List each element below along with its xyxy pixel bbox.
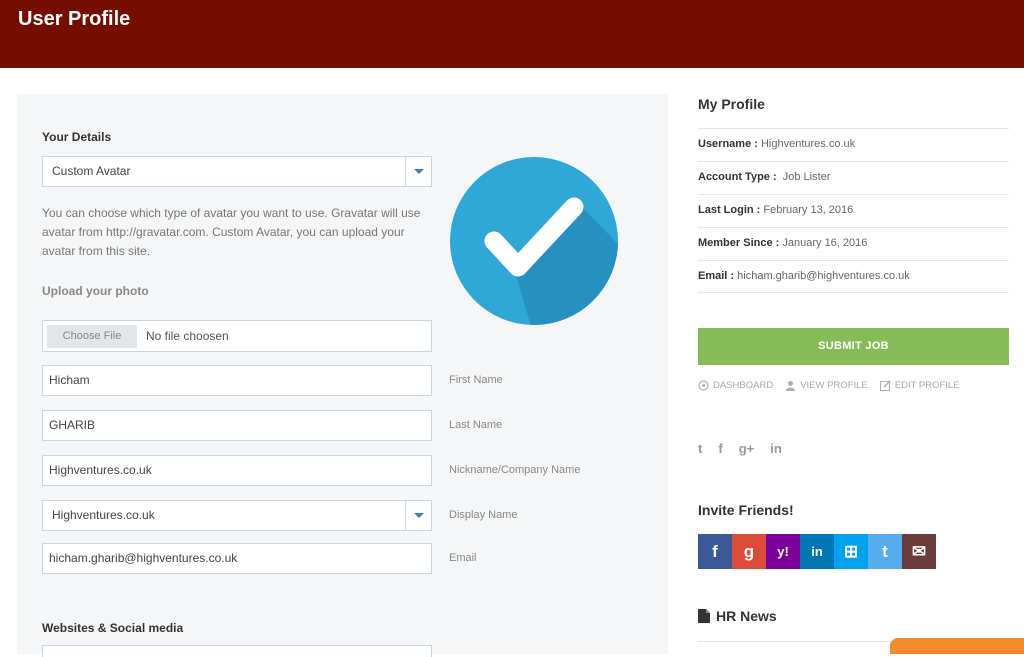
website-field[interactable] [42, 645, 432, 657]
first-name-field[interactable]: Hicham [42, 365, 432, 396]
profile-key: Email : [698, 270, 735, 282]
chevron-down-icon [405, 501, 431, 530]
document-icon [698, 609, 710, 623]
linkedin-icon[interactable]: in [770, 441, 782, 456]
user-icon [786, 381, 796, 391]
invite-google-icon[interactable]: g [732, 534, 766, 569]
profile-value: Job Lister [782, 171, 831, 183]
last-name-label: Last Name [449, 419, 503, 431]
profile-row-username: Username : Highventures.co.uk [698, 128, 1009, 161]
hr-news-heading: HR News [698, 608, 777, 624]
invite-windows-icon[interactable]: ⊞ [834, 534, 868, 569]
email-label: Email [449, 552, 477, 564]
profile-row-account-type: Account Type : Job Lister [698, 161, 1009, 194]
photo-file-input[interactable]: Choose File No file choosen [42, 320, 432, 352]
nickname-field[interactable]: Highventures.co.uk [42, 455, 432, 486]
invite-yahoo-icon[interactable]: y! [766, 534, 800, 569]
hr-news-title: HR News [716, 608, 777, 624]
profile-row-member-since: Member Since : January 16, 2016 [698, 227, 1009, 260]
profile-key: Account Type : [698, 171, 777, 183]
submit-job-button[interactable]: SUBMIT JOB [698, 328, 1009, 365]
google-plus-icon[interactable]: g+ [739, 441, 755, 456]
dashboard-icon [698, 380, 709, 391]
your-details-label: Your Details [42, 130, 112, 144]
avatar-type-value: Custom Avatar [52, 164, 131, 178]
profile-value: January 16, 2016 [782, 237, 868, 249]
view-profile-link-label: VIEW PROFILE [800, 380, 868, 391]
upload-photo-label: Upload your photo [42, 284, 149, 298]
avatar-help-text: You can choose which type of avatar you … [42, 206, 421, 258]
profile-links: DASHBOARD VIEW PROFILE EDIT PROFILE [698, 380, 960, 391]
invite-facebook-icon[interactable]: f [698, 534, 732, 569]
profile-key: Last Login : [698, 204, 761, 216]
invite-email-icon[interactable]: ✉ [902, 534, 936, 569]
avatar-type-select[interactable]: Custom Avatar [42, 156, 432, 187]
display-name-value: Highventures.co.uk [52, 508, 155, 522]
profile-key: Username : [698, 138, 758, 150]
avatar-checkmark-icon [450, 157, 618, 325]
page-title: User Profile [18, 8, 131, 30]
last-name-field[interactable]: GHARIB [42, 410, 432, 441]
display-name-label: Display Name [449, 509, 518, 521]
profile-form-panel: Your Details Custom Avatar You can choos… [17, 94, 668, 657]
dashboard-link-label: DASHBOARD [713, 380, 774, 391]
facebook-icon[interactable]: f [718, 441, 722, 456]
view-profile-link[interactable]: VIEW PROFILE [785, 380, 868, 391]
chevron-down-icon [405, 157, 431, 186]
floating-tab[interactable] [890, 638, 1024, 654]
profile-row-email: Email : hicham.gharib@highventures.co.uk [698, 260, 1009, 293]
choose-file-button[interactable]: Choose File [47, 325, 137, 348]
profile-value: Highventures.co.uk [760, 138, 856, 150]
invite-twitter-icon[interactable]: t [868, 534, 902, 569]
profile-key: Member Since : [698, 237, 780, 249]
dashboard-link[interactable]: DASHBOARD [698, 380, 773, 391]
nickname-label: Nickname/Company Name [449, 464, 581, 476]
first-name-label: First Name [449, 374, 503, 386]
profile-value: hicham.gharib@highventures.co.uk [737, 270, 910, 282]
profile-value: February 13, 2016 [763, 204, 854, 216]
edit-icon [879, 380, 891, 391]
social-links: t f g+ in [698, 441, 782, 456]
invite-buttons: f g y! in ⊞ t ✉ [698, 534, 936, 569]
profile-row-last-login: Last Login : February 13, 2016 [698, 194, 1009, 227]
my-profile-title: My Profile [698, 96, 765, 112]
websites-social-label: Websites & Social media [42, 621, 184, 635]
invite-friends-title: Invite Friends! [698, 502, 794, 518]
edit-profile-link-label: EDIT PROFILE [894, 380, 960, 391]
twitter-icon[interactable]: t [698, 441, 702, 456]
invite-linkedin-icon[interactable]: in [800, 534, 834, 569]
no-file-text: No file choosen [146, 329, 229, 343]
page-header: User Profile [0, 0, 1024, 68]
email-field[interactable]: hicham.gharib@highventures.co.uk [42, 543, 432, 574]
edit-profile-link[interactable]: EDIT PROFILE [879, 380, 960, 391]
display-name-select[interactable]: Highventures.co.uk [42, 500, 432, 531]
